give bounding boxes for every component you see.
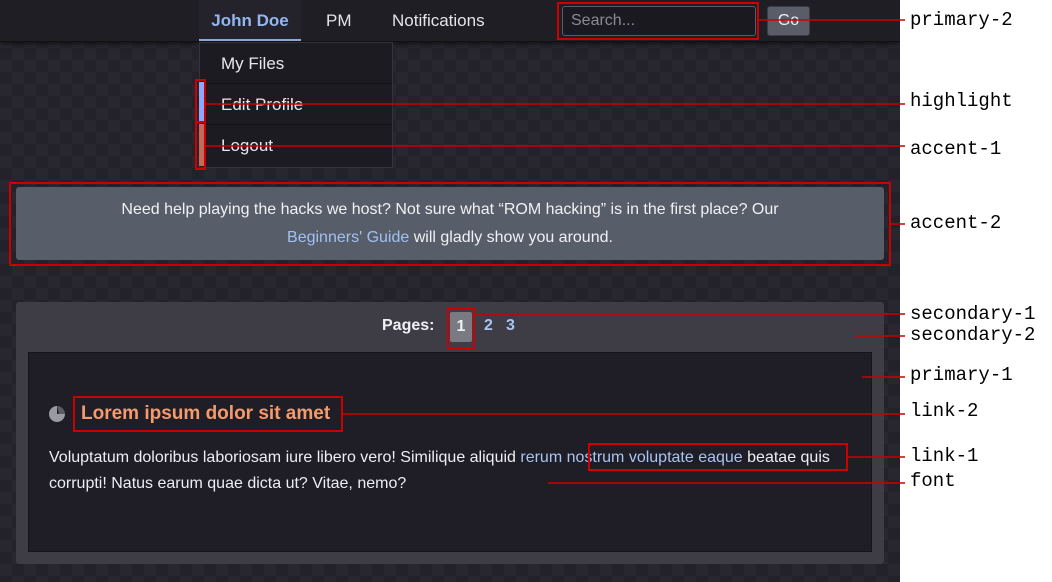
notice-text: Need help playing the hacks we host? Not…: [121, 201, 779, 218]
post-body-text: Voluptatum doloribus laboriosam iure lib…: [49, 449, 521, 466]
annotation-label-font: font: [910, 470, 956, 492]
top-navbar: John Doe PM Notifications Go: [0, 0, 900, 42]
annotation-label-secondary-1: secondary-1: [910, 303, 1036, 325]
website-screenshot: John Doe PM Notifications Go My Files Ed…: [0, 0, 900, 582]
pacman-icon: [49, 406, 65, 422]
pm-link[interactable]: PM: [326, 0, 352, 41]
annotation-label-accent-2: accent-2: [910, 212, 1002, 234]
page-link-3[interactable]: 3: [506, 316, 515, 336]
post-body-link[interactable]: rerum nostrum voluptate eaque: [520, 449, 742, 466]
menu-item-edit-profile[interactable]: Edit Profile: [200, 84, 392, 125]
go-button[interactable]: Go: [767, 6, 810, 36]
annotation-label-secondary-2: secondary-2: [910, 324, 1036, 346]
pages-label: Pages:: [382, 317, 435, 334]
post-title-link[interactable]: Lorem ipsum dolor sit amet: [81, 402, 330, 426]
notice-text-end: will gladly show you around.: [409, 229, 613, 246]
help-notice-banner: Need help playing the hacks we host? Not…: [16, 187, 884, 260]
search-input[interactable]: [562, 6, 756, 36]
page-link-2[interactable]: 2: [484, 316, 493, 336]
beginners-guide-link[interactable]: Beginners' Guide: [287, 229, 409, 246]
menu-item-logout[interactable]: Logout: [200, 125, 392, 166]
user-dropdown-menu: My Files Edit Profile Logout: [199, 42, 393, 168]
annotation-label-accent-1: accent-1: [910, 138, 1002, 160]
annotation-label-primary-2: primary-2: [910, 9, 1013, 31]
menu-item-my-files[interactable]: My Files: [200, 43, 392, 84]
accent-indicator: [199, 124, 204, 166]
user-menu-button[interactable]: John Doe: [199, 0, 301, 41]
highlight-indicator: [199, 82, 204, 122]
annotation-label-primary-1: primary-1: [910, 364, 1013, 386]
annotation-label-highlight: highlight: [910, 90, 1013, 112]
annotation-label-link-2: link-2: [910, 400, 979, 422]
post-body: Voluptatum doloribus laboriosam iure lib…: [49, 445, 869, 497]
annotation-label-link-1: link-1: [910, 445, 979, 467]
notifications-link[interactable]: Notifications: [392, 0, 485, 41]
page-current: 1: [450, 312, 472, 342]
